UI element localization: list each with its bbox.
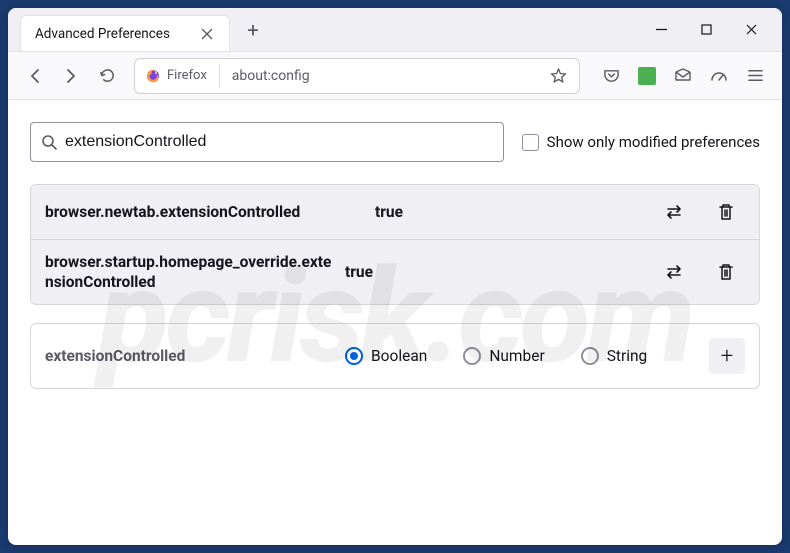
tab-title: Advanced Preferences — [35, 26, 199, 42]
new-tab-button[interactable]: + — [238, 15, 268, 45]
pref-actions — [655, 257, 745, 287]
extension-button[interactable] — [630, 59, 664, 93]
reload-button[interactable] — [90, 59, 124, 93]
url-bar[interactable]: Firefox about:config — [134, 58, 580, 94]
app-menu-button[interactable] — [738, 59, 772, 93]
identity-box[interactable]: Firefox — [137, 62, 217, 90]
pref-actions — [655, 197, 745, 227]
show-modified-checkbox[interactable]: Show only modified preferences — [522, 133, 760, 151]
config-search-input[interactable] — [57, 133, 493, 151]
pref-value: true — [345, 263, 655, 281]
about-config-content: Show only modified preferences browser.n… — [8, 100, 782, 545]
pref-row[interactable]: browser.startup.homepage_override.extens… — [31, 239, 759, 304]
new-pref-row: extensionControlled Boolean Number Strin… — [30, 323, 760, 389]
minimize-button[interactable] — [639, 14, 684, 46]
tab-active[interactable]: Advanced Preferences — [20, 15, 230, 51]
search-container — [30, 122, 504, 162]
pref-results: browser.newtab.extensionControlled true … — [30, 184, 760, 305]
pref-value: true — [375, 203, 655, 221]
radio-indicator — [463, 347, 481, 365]
search-icon — [41, 134, 57, 150]
toggle-button[interactable] — [655, 197, 693, 227]
pocket-button[interactable] — [594, 59, 628, 93]
dashboard-button[interactable] — [702, 59, 736, 93]
toggle-button[interactable] — [655, 257, 693, 287]
radio-indicator — [581, 347, 599, 365]
close-window-button[interactable] — [729, 14, 774, 46]
search-row: Show only modified preferences — [30, 122, 760, 162]
extension-icon — [638, 67, 656, 85]
checkbox-box — [522, 134, 539, 151]
bookmark-star-button[interactable] — [543, 61, 573, 91]
pref-name: browser.newtab.extensionControlled — [45, 202, 375, 222]
close-tab-button[interactable] — [199, 26, 215, 42]
back-button[interactable] — [18, 59, 52, 93]
browser-window: Advanced Preferences + Firefox about:con… — [8, 8, 782, 545]
toolbar-right — [590, 59, 772, 93]
type-radio-boolean[interactable]: Boolean — [345, 347, 427, 365]
new-pref-name: extensionControlled — [45, 347, 345, 365]
tab-strip: Advanced Preferences + — [8, 8, 639, 51]
maximize-button[interactable] — [684, 14, 729, 46]
type-radio-number[interactable]: Number — [463, 347, 544, 365]
identity-label: Firefox — [167, 68, 207, 83]
type-radio-group: Boolean Number String — [345, 347, 709, 365]
inbox-button[interactable] — [666, 59, 700, 93]
pref-row[interactable]: browser.newtab.extensionControlled true — [31, 185, 759, 239]
url-text[interactable]: about:config — [219, 64, 543, 88]
nav-toolbar: Firefox about:config — [8, 52, 782, 100]
radio-indicator — [345, 347, 363, 365]
show-modified-label: Show only modified preferences — [547, 133, 760, 151]
delete-button[interactable] — [707, 257, 745, 287]
forward-button[interactable] — [54, 59, 88, 93]
firefox-icon — [145, 68, 161, 84]
window-controls — [639, 14, 782, 46]
delete-button[interactable] — [707, 197, 745, 227]
titlebar: Advanced Preferences + — [8, 8, 782, 52]
add-pref-button[interactable]: + — [709, 338, 745, 374]
pref-name: browser.startup.homepage_override.extens… — [45, 252, 345, 292]
type-radio-string[interactable]: String — [581, 347, 648, 365]
